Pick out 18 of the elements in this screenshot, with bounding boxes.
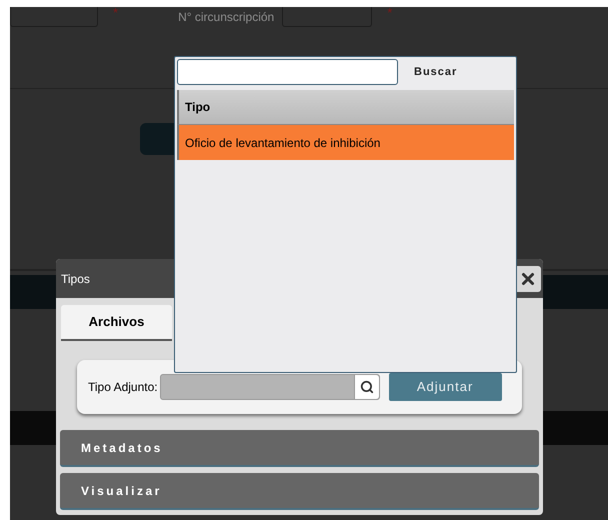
- required-mark: *: [113, 7, 118, 19]
- column-header: Tipo: [177, 90, 514, 125]
- type-field[interactable]: [160, 374, 380, 400]
- attach-button[interactable]: Adjuntar: [388, 373, 502, 401]
- accordion-header[interactable]: Metadatos: [60, 430, 539, 467]
- text-field[interactable]: [282, 7, 372, 27]
- search-button[interactable]: [354, 375, 379, 399]
- dialog-title: Tipos: [61, 270, 90, 288]
- search-field[interactable]: [177, 59, 398, 85]
- text-field[interactable]: [10, 7, 98, 27]
- accordion-header[interactable]: Visualizar: [60, 473, 539, 510]
- list-row[interactable]: Oficio de levantamiento de inhibición: [177, 125, 514, 160]
- field-label: Tipo Adjunto:: [88, 379, 158, 396]
- search-button[interactable]: Buscar: [412, 64, 460, 80]
- field-label: N° circunscripción: [178, 9, 274, 26]
- required-mark: *: [387, 7, 392, 19]
- search-icon: [360, 380, 374, 394]
- tab[interactable]: Archivos: [61, 305, 172, 341]
